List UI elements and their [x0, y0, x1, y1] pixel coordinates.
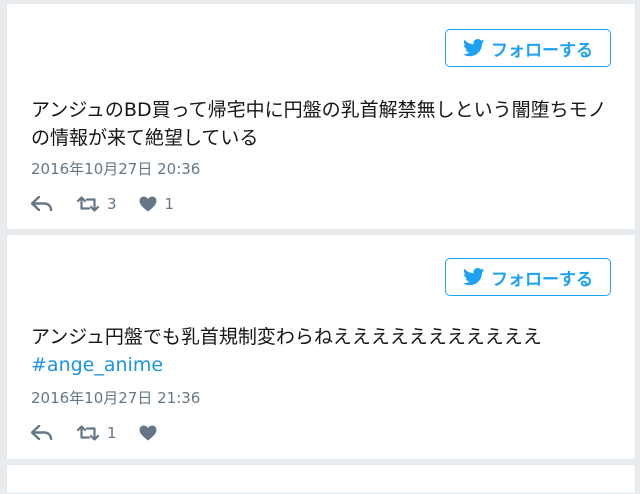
twitter-bird-icon	[463, 268, 485, 286]
follow-button[interactable]: フォローする	[445, 29, 611, 67]
hashtag-link[interactable]: #ange_anime	[31, 351, 621, 379]
tweet-actions: 1	[31, 421, 157, 445]
tweet-timestamp[interactable]: 2016年10月27日 21:36	[31, 387, 200, 408]
reply-button[interactable]	[31, 425, 53, 441]
like-count: 1	[164, 195, 175, 213]
reply-arrow-icon	[31, 425, 53, 441]
tweet-actions: 3 1	[31, 192, 174, 216]
retweet-count: 1	[107, 424, 117, 442]
retweet-icon	[77, 425, 99, 441]
reply-button[interactable]	[31, 196, 53, 212]
tweet-card: フォローする アンジュのBD買って帰宅中に円盤の乳首解禁無しという闇堕ちモノの情…	[6, 4, 636, 230]
retweet-icon	[77, 196, 99, 212]
tweet-timestamp[interactable]: 2016年10月27日 20:36	[31, 158, 200, 179]
follow-button-label: フォローする	[491, 40, 593, 61]
heart-icon	[139, 196, 157, 212]
like-button[interactable]: 1	[139, 195, 175, 213]
tweet-card	[6, 464, 636, 494]
reply-arrow-icon	[31, 196, 53, 212]
tweet-card: フォローする アンジュ円盤でも乳首規制変わらねえええええええええええ #ange…	[6, 234, 636, 460]
retweet-button[interactable]: 1	[77, 424, 117, 442]
heart-icon	[139, 425, 157, 441]
follow-button[interactable]: フォローする	[445, 258, 611, 296]
retweet-count: 3	[107, 195, 117, 213]
tweet-text-body: アンジュ円盤でも乳首規制変わらねえええええええええええ	[31, 326, 542, 348]
like-button[interactable]	[139, 425, 157, 441]
tweet-text: アンジュ円盤でも乳首規制変わらねえええええええええええ #ange_anime	[31, 323, 621, 379]
retweet-button[interactable]: 3	[77, 195, 117, 213]
follow-button-label: フォローする	[491, 269, 593, 290]
twitter-bird-icon	[463, 39, 485, 57]
tweet-text: アンジュのBD買って帰宅中に円盤の乳首解禁無しという闇堕ちモノの情報が来て絶望し…	[31, 99, 607, 149]
